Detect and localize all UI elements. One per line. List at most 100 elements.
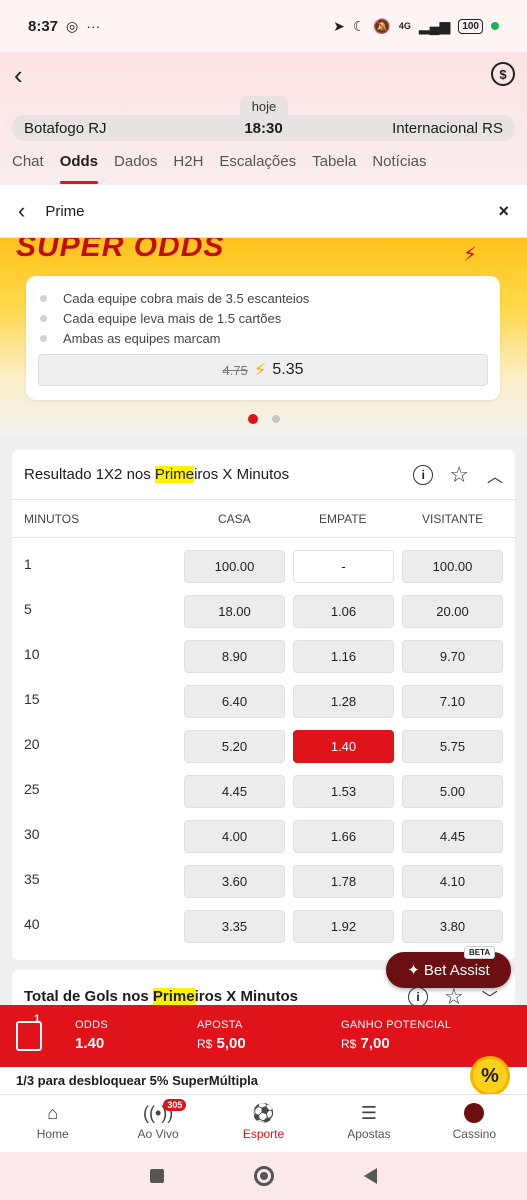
tab-tabela[interactable]: Tabela — [312, 150, 356, 184]
odds-button-draw[interactable]: 1.53 — [293, 775, 394, 808]
match-tabs: Chat Odds Dados H2H Escalações Tabela No… — [0, 150, 527, 184]
percent-badge-icon[interactable]: % — [470, 1056, 510, 1096]
nav-sports[interactable]: ⚽ Esporte — [211, 1095, 316, 1152]
odds-button-home[interactable]: 3.35 — [184, 910, 285, 943]
status-bar: 8:37 ◎ ··· ➤ ☾ 🔕 4G ▂▄▆ 100 — [0, 0, 527, 52]
nav-bets[interactable]: ☰ Apostas — [316, 1095, 421, 1152]
info-icon[interactable]: i — [408, 987, 428, 1007]
table-row: 30 4.00 1.66 4.45 — [12, 820, 515, 865]
tab-chat[interactable]: Chat — [12, 150, 44, 184]
tab-odds[interactable]: Odds — [59, 150, 99, 184]
odds-button-draw[interactable]: 1.06 — [293, 595, 394, 628]
odds-button-home[interactable]: 18.00 — [184, 595, 285, 628]
nav-label: Cassino — [452, 1127, 496, 1141]
network-label: 4G — [398, 21, 411, 31]
carousel-dots[interactable] — [0, 414, 527, 424]
odds-button-away[interactable]: 3.80 — [402, 910, 503, 943]
bullet-icon — [40, 294, 47, 302]
tab-escalacoes[interactable]: Escalações — [219, 150, 296, 184]
odds-button-home[interactable]: 3.60 — [184, 865, 285, 898]
market-group-title: Prime — [45, 202, 85, 220]
odds-button-draw[interactable]: 1.66 — [293, 820, 394, 853]
super-odds-button[interactable]: 4.75 ⚡ 5.35 — [38, 354, 488, 386]
odds-button-home[interactable]: 100.00 — [184, 550, 285, 583]
column-headers: MINUTOS CASA EMPATE VISITANTE — [12, 500, 515, 538]
betslip-icon[interactable]: 1 — [16, 1013, 42, 1051]
odds-button-draw[interactable]: 1.16 — [293, 640, 394, 673]
carousel-dot-active[interactable] — [247, 414, 258, 424]
odds-button-home[interactable]: 5.20 — [184, 730, 285, 763]
stake-currency: R$ — [197, 1037, 213, 1051]
odds-button-home[interactable]: 4.45 — [184, 775, 285, 808]
nav-label: Apostas — [347, 1127, 391, 1141]
tab-dados[interactable]: Dados — [114, 150, 157, 184]
market-title[interactable]: Total de Gols nos Primeiros X Minutos — [24, 988, 298, 1005]
carousel-dot[interactable] — [271, 415, 280, 423]
payout-currency: R$ — [341, 1037, 357, 1051]
nav-home[interactable]: ⌂ Home — [0, 1095, 105, 1152]
home-button-icon[interactable] — [254, 1166, 274, 1186]
market-card-1x2-first-minutes: Resultado 1X2 nos Primeiros X Minutos i … — [12, 450, 515, 960]
search-highlight: Prime — [152, 988, 195, 1005]
market-title-text: iros X Minutos — [194, 466, 290, 483]
info-icon[interactable]: i — [413, 464, 434, 485]
nav-live[interactable]: ((•)) 305 Ao Vivo — [105, 1095, 210, 1152]
lightning-icon: ⚡ — [253, 359, 267, 380]
tab-noticias[interactable]: Notícias — [372, 150, 426, 184]
odds-button-away[interactable]: 4.10 — [402, 865, 503, 898]
odds-button-home[interactable]: 4.00 — [184, 820, 285, 853]
column-header-away: VISITANTE — [422, 512, 484, 526]
tab-h2h[interactable]: H2H — [173, 150, 203, 184]
chevron-up-icon[interactable]: ︿ — [487, 463, 503, 487]
chevron-left-icon[interactable]: ‹ — [18, 198, 25, 224]
close-icon[interactable]: × — [498, 201, 509, 222]
bottom-navigation: ⌂ Home ((•)) 305 Ao Vivo ⚽ Esporte ☰ Apo… — [0, 1094, 527, 1152]
bullet-icon — [40, 334, 47, 342]
odds-button-away[interactable]: 5.00 — [402, 775, 503, 808]
stake-label: APOSTA — [197, 1019, 243, 1031]
odds-button-draw[interactable]: 1.40 — [293, 730, 394, 763]
payout-label: GANHO POTENCIAL — [341, 1019, 452, 1031]
minutes-cell: 20 — [24, 736, 40, 752]
list-item: Cada equipe leva mais de 1.5 cartões — [40, 308, 309, 328]
minutes-cell: 35 — [24, 871, 40, 887]
table-row: 20 5.20 1.40 5.75 — [12, 730, 515, 775]
minutes-cell: 25 — [24, 781, 40, 797]
cashout-icon[interactable]: $ — [491, 62, 515, 86]
stake-value-wrap: R$ 5,00 — [197, 1035, 246, 1052]
home-team: Botafogo RJ — [24, 119, 107, 137]
market-header[interactable]: Resultado 1X2 nos Primeiros X Minutos i … — [12, 450, 515, 500]
bullet-icon — [40, 314, 47, 322]
betslip-bar[interactable]: 1 ODDS 1.40 APOSTA R$ 5,00 GANHO POTENCI… — [0, 1005, 527, 1067]
odds-button-draw[interactable]: 1.92 — [293, 910, 394, 943]
minutes-cell: 10 — [24, 646, 40, 662]
odds-button-away[interactable]: 20.00 — [402, 595, 503, 628]
odds-button-away[interactable]: 9.70 — [402, 640, 503, 673]
kickoff-time: 18:30 — [244, 119, 283, 137]
back-triangle-icon[interactable] — [364, 1168, 377, 1184]
stake-value: 5,00 — [216, 1035, 246, 1052]
back-arrow-icon[interactable]: ‹ — [14, 60, 23, 91]
odds-button-away[interactable]: 4.45 — [402, 820, 503, 853]
nav-label: Esporte — [242, 1127, 285, 1141]
table-row: 40 3.35 1.92 3.80 — [12, 910, 515, 955]
odds-button-home[interactable]: 8.90 — [184, 640, 285, 673]
odds-button-away[interactable]: 5.75 — [402, 730, 503, 763]
supermultipla-progress[interactable]: 1/3 para desbloquear 5% SuperMúltipla — [0, 1067, 527, 1094]
odds-button-draw[interactable]: 1.28 — [293, 685, 394, 718]
nav-casino[interactable]: Cassino — [422, 1095, 527, 1152]
odds-button-away[interactable]: 7.10 — [402, 685, 503, 718]
payout-value-wrap: R$ 7,00 — [341, 1035, 451, 1052]
star-icon[interactable]: ☆ — [449, 462, 469, 488]
minutes-cell: 1 — [24, 556, 32, 572]
mute-icon: 🔕 — [373, 17, 391, 34]
leg-label: Cada equipe cobra mais de 3.5 escanteios — [63, 290, 310, 306]
odds-button-draw[interactable]: 1.78 — [293, 865, 394, 898]
recents-icon[interactable] — [150, 1169, 164, 1183]
odds-button-home[interactable]: 6.40 — [184, 685, 285, 718]
betslip-stake[interactable]: APOSTA R$ 5,00 — [197, 1019, 246, 1052]
casino-icon — [464, 1103, 485, 1123]
match-header: ‹ $ hoje Botafogo RJ 18:30 Internacional… — [0, 52, 527, 185]
odds-button-away[interactable]: 100.00 — [402, 550, 503, 583]
odds-label: ODDS — [75, 1019, 108, 1031]
